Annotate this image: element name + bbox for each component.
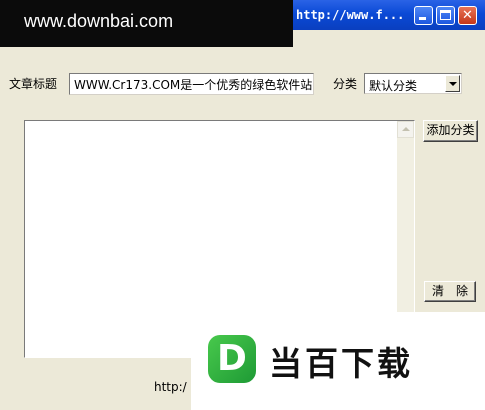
logo-text: 当百下载: [269, 344, 413, 383]
window-title: http://www.f...: [296, 8, 405, 22]
watermark-banner: www.downbai.com: [0, 0, 293, 47]
add-category-button[interactable]: 添加分类: [423, 120, 478, 142]
scroll-up-arrow-icon[interactable]: [397, 121, 414, 138]
logo-d-icon: D: [208, 335, 256, 383]
logo-overlay: D 当百下载: [191, 312, 485, 410]
close-button[interactable]: ✕: [458, 6, 477, 25]
minimize-button[interactable]: [414, 6, 433, 25]
category-selected-value: 默认分类: [369, 79, 418, 93]
footer-url: http:/: [154, 380, 187, 394]
title-label: 文章标题: [9, 77, 58, 91]
category-select[interactable]: 默认分类: [364, 73, 462, 94]
watermark-text: www.downbai.com: [24, 11, 174, 31]
close-icon: ✕: [462, 8, 473, 23]
maximize-icon: [440, 10, 451, 20]
minimize-icon: [419, 17, 426, 20]
dropdown-arrow-icon[interactable]: [445, 75, 460, 92]
maximize-button[interactable]: [436, 6, 455, 25]
clear-button[interactable]: 清 除: [424, 281, 476, 302]
category-label: 分类: [333, 77, 358, 91]
title-input[interactable]: WWW.Cr173.COM是一个优秀的绿色软件站: [69, 73, 314, 95]
logo-glyph: D: [217, 338, 247, 379]
